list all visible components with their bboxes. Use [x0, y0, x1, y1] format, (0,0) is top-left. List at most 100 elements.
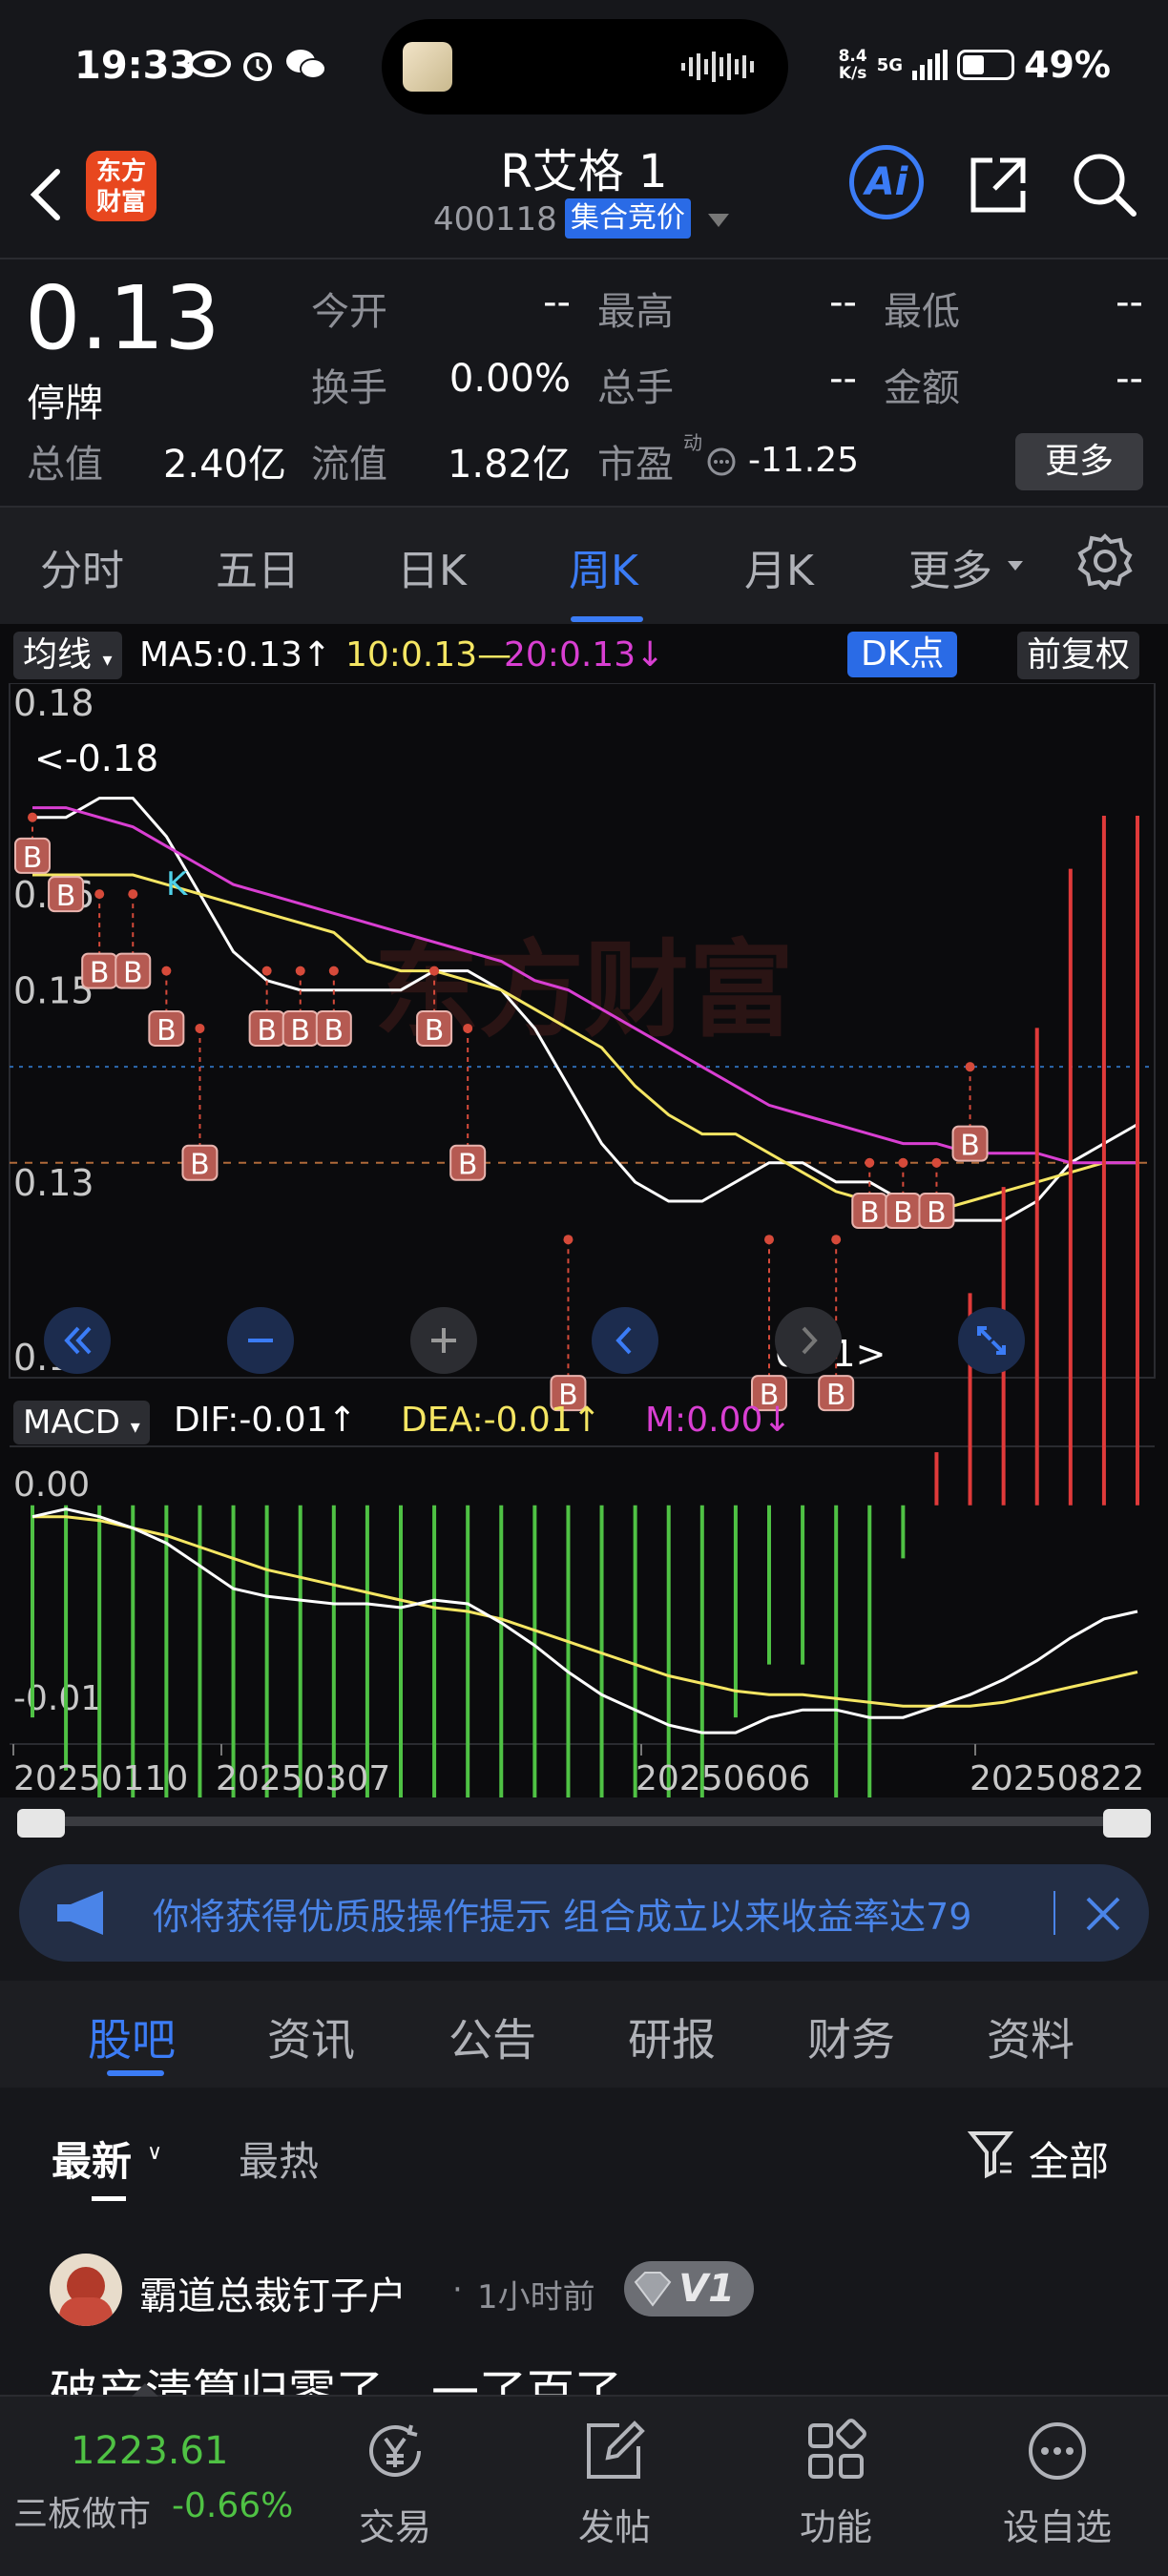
close-icon[interactable] — [1082, 1893, 1124, 1935]
sort-latest-caret-icon[interactable]: ∨ — [147, 2141, 162, 2165]
index-name[interactable]: 三板做市 — [13, 2486, 151, 2536]
nav-trade[interactable]: 交易 — [309, 2418, 481, 2550]
float-value: 1.82亿 — [447, 443, 571, 487]
filter-icon[interactable] — [968, 2129, 1015, 2179]
filter-label[interactable]: 全部 — [1029, 2129, 1109, 2188]
scroll-left-button[interactable] — [44, 1307, 111, 1374]
trading-status: 停牌 — [27, 382, 103, 426]
tab-intraday[interactable]: 分时 — [40, 536, 124, 597]
buy-marker-label: B — [826, 1379, 846, 1412]
tab-news[interactable]: 资讯 — [267, 2005, 355, 2068]
ma-selector[interactable]: 均线 ▾ — [13, 632, 122, 679]
ma10-legend: 10:0.13— — [345, 635, 512, 675]
low-label: 最低 — [884, 290, 960, 334]
pe-label: 市盈 — [597, 443, 674, 487]
tab-weekly-k[interactable]: 周K — [569, 536, 638, 597]
stock-code: 400118 — [433, 200, 557, 239]
buy-marker-dot — [161, 966, 172, 976]
post-author[interactable]: 霸道总裁钉子户 — [139, 2265, 407, 2320]
k-annotation: K — [166, 865, 189, 904]
minus-icon — [248, 1339, 273, 1342]
tab-profile[interactable]: 资料 — [987, 2005, 1074, 2068]
index-change[interactable]: -0.66% — [172, 2486, 293, 2525]
dynamic-island[interactable] — [382, 19, 788, 114]
buy-marker-dot — [865, 1157, 875, 1168]
tab-research[interactable]: 研报 — [628, 2005, 716, 2068]
status-right: 8.4 K/s 5G 49% — [839, 44, 1111, 86]
next-button[interactable] — [775, 1307, 842, 1374]
info-icon[interactable] — [706, 447, 737, 477]
mktcap-value: 2.40亿 — [162, 443, 286, 487]
zoom-out-button[interactable] — [227, 1307, 294, 1374]
tab-notices[interactable]: 公告 — [448, 2005, 536, 2068]
double-chevron-left-icon — [64, 1326, 92, 1355]
gear-icon[interactable] — [1076, 532, 1134, 590]
banner-divider — [1053, 1891, 1055, 1935]
fullscreen-button[interactable] — [958, 1307, 1025, 1374]
auction-dropdown-icon[interactable] — [708, 214, 729, 227]
grid-icon — [808, 2419, 866, 2479]
zoom-in-button[interactable] — [410, 1307, 477, 1374]
buy-marker-label: B — [156, 1014, 177, 1048]
range-handle-right[interactable] — [1103, 1809, 1151, 1838]
volume-label: 总手 — [597, 366, 674, 410]
diamond-icon — [634, 2272, 672, 2307]
index-expand-icon[interactable] — [132, 2383, 158, 2397]
tab-daily-k[interactable]: 日K — [397, 536, 467, 597]
share-icon[interactable] — [966, 153, 1031, 218]
sort-latest[interactable]: 最新 — [52, 2129, 132, 2188]
chart-canvas[interactable]: 东方财富 0.180.160.150.130.11BBBBBBBBBBBBBBB… — [0, 683, 1168, 1797]
x-tick-label: 20250307 — [216, 1759, 390, 1797]
turnover-label: 换手 — [311, 366, 387, 410]
buy-marker-dot — [261, 966, 272, 976]
macd-tick-label: -0.01 — [13, 1679, 102, 1718]
dk-point-button[interactable]: DK点 — [847, 632, 958, 677]
tab-finance[interactable]: 财务 — [807, 2005, 895, 2068]
avatar[interactable] — [50, 2254, 122, 2326]
tab-more[interactable]: 更多 — [908, 536, 992, 597]
x-tick-label: 20250110 — [13, 1759, 188, 1797]
chevron-right-icon — [802, 1326, 818, 1355]
promo-text: 你将获得优质股操作提示 组合成立以来收益率达79 — [153, 1896, 972, 1938]
tab-forum[interactable]: 股吧 — [88, 2005, 176, 2068]
buy-marker-dot — [328, 966, 339, 976]
open-label: 今开 — [311, 290, 387, 334]
open-value: -- — [543, 280, 571, 324]
wechat-icon — [286, 50, 326, 79]
megaphone-icon — [57, 1891, 103, 1935]
promo-banner[interactable]: 你将获得优质股操作提示 组合成立以来收益率达79 — [19, 1864, 1149, 1962]
tab-monthly-k[interactable]: 月K — [744, 536, 814, 597]
range-handle-left[interactable] — [17, 1809, 65, 1838]
buy-marker-label: B — [425, 1014, 445, 1048]
adjust-button[interactable]: 前复权 — [1017, 632, 1140, 679]
buy-marker-label: B — [290, 1014, 310, 1048]
more-quote-button[interactable]: 更多 — [1015, 433, 1143, 490]
nav-functions[interactable]: 功能 — [750, 2418, 922, 2550]
m-legend: M:0.00↓ — [645, 1401, 792, 1440]
ai-button[interactable]: Ai — [849, 145, 924, 219]
tab-five-day[interactable]: 五日 — [216, 536, 300, 597]
nav-post[interactable]: 发帖 — [529, 2418, 700, 2550]
sort-hot[interactable]: 最热 — [239, 2129, 319, 2188]
edit-icon — [587, 2420, 645, 2479]
range-track[interactable] — [19, 1817, 1151, 1826]
indicator-selector[interactable]: MACD ▾ — [13, 1401, 150, 1444]
prev-button[interactable] — [592, 1307, 658, 1374]
yen-icon — [369, 2424, 421, 2477]
buy-marker-dot — [898, 1157, 908, 1168]
auction-badge[interactable]: 集合竞价 — [565, 198, 691, 239]
sort-indicator — [92, 2196, 126, 2201]
high-label: 最高 — [597, 290, 674, 334]
kline-chart[interactable]: 均线 ▾ MA5:0.13↑ 10:0.13— 20:0.13↓ DK点 前复权… — [0, 624, 1168, 1826]
buy-marker-dot — [965, 1062, 975, 1072]
media-thumbnail — [403, 42, 452, 92]
buy-marker-label: B — [927, 1196, 947, 1230]
index-value[interactable]: 1223.61 — [71, 2429, 228, 2473]
tab-more-caret-icon[interactable] — [1008, 561, 1023, 571]
search-icon[interactable] — [1071, 151, 1139, 219]
nav-add-watchlist[interactable]: 设自选 — [971, 2418, 1143, 2550]
x-tick-label: 20250822 — [970, 1759, 1144, 1797]
buy-marker-label: B — [90, 957, 110, 990]
stock-header: 东方 财富 R艾格 1 400118 集合竞价 Ai — [0, 134, 1168, 258]
pe-superscript: 动 — [683, 431, 702, 454]
